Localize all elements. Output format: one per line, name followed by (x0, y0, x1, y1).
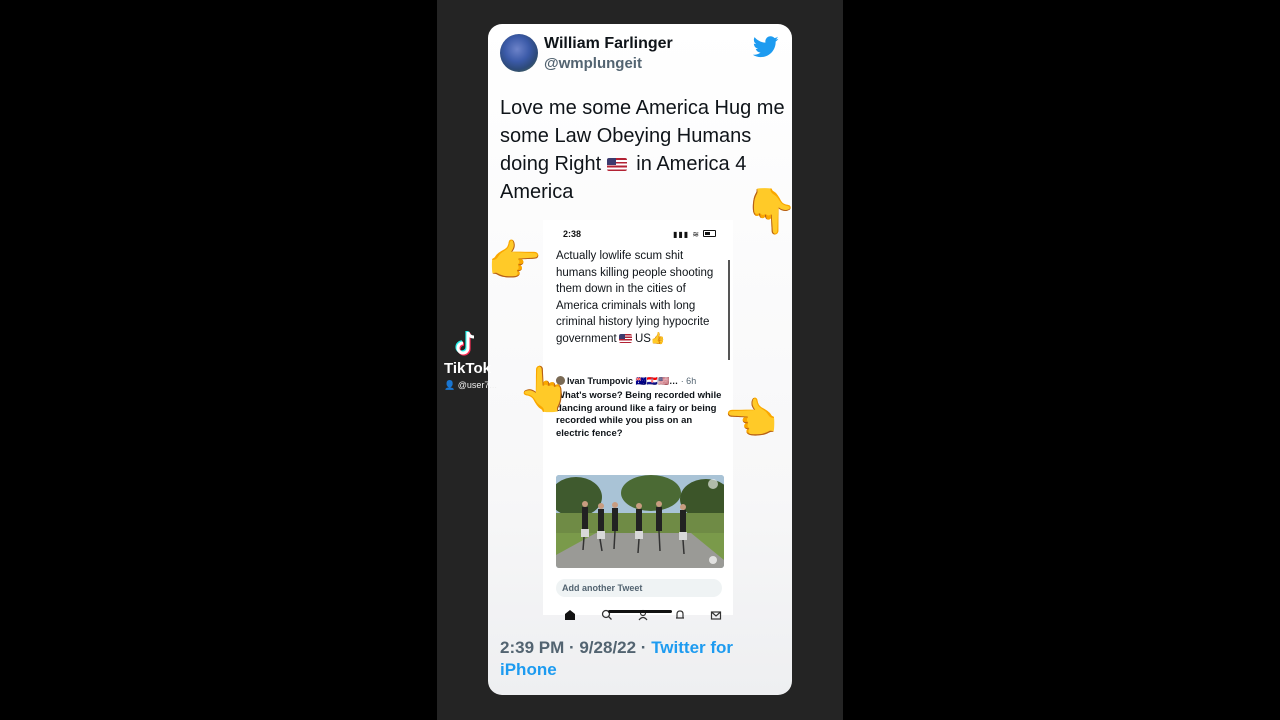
tweet-card: William Farlinger @wmplungeit Love me so… (488, 24, 792, 695)
quote-time: · 6h (680, 376, 697, 386)
pointing-left-hand-icon: 👈 (723, 395, 778, 444)
tiktok-username: 👤 @user7... (444, 380, 497, 391)
quote-header: Ivan Trumpovic 🇦🇺🇭🇷🇺🇸… · 6h (556, 376, 726, 387)
thread-line (728, 260, 730, 360)
quote-photo[interactable] (556, 475, 724, 568)
mail-icon[interactable] (709, 608, 723, 622)
embedded-screenshot[interactable]: 2:38 ▮▮▮ ≋ Actually lowlife scum shit hu… (543, 220, 733, 621)
home-icon[interactable] (563, 608, 577, 622)
quoted-tweet[interactable]: Ivan Trumpovic 🇦🇺🇭🇷🇺🇸… · 6h What's worse… (556, 376, 726, 440)
us-flag-icon (618, 333, 632, 343)
quote-text: What's worse? Being recorded while danci… (556, 390, 722, 439)
tiktok-name: TikTok (444, 360, 491, 377)
tweet-footer: 2:39 PM · 9/28/22 · Twitter for iPhone (500, 637, 785, 681)
flags-icon: 🇦🇺🇭🇷🇺🇸… (635, 376, 679, 386)
video-frame: William Farlinger @wmplungeit Love me so… (437, 0, 843, 720)
add-another-tweet-input[interactable]: Add another Tweet (556, 579, 722, 597)
pointing-right-hand-icon: 👉 (487, 237, 542, 286)
author-name[interactable]: William Farlinger (544, 35, 673, 53)
us-flag-icon (606, 158, 627, 171)
avatar[interactable] (500, 34, 538, 72)
pointing-up-hand-icon: 👆 (517, 365, 572, 414)
user-icon: 👤 (444, 380, 456, 390)
twitter-bird-icon (753, 36, 779, 58)
status-time: 2:38 (563, 229, 582, 239)
reply-end: US (634, 332, 651, 345)
bell-icon[interactable] (673, 608, 687, 622)
tiktok-logo-icon (455, 331, 475, 356)
tiktok-user-text: @user7... (457, 380, 497, 390)
thumbs-up-icon: 👍 (650, 332, 666, 345)
reply-text: Actually lowlife scum shit humans killin… (556, 248, 721, 347)
status-icons: ▮▮▮ ≋ (673, 230, 717, 239)
author-handle[interactable]: @wmplungeit (544, 55, 642, 72)
tweet-timestamp[interactable]: 2:39 PM · 9/28/22 · (500, 638, 651, 657)
pointing-down-hand-icon: 👇 (743, 187, 798, 236)
quote-author: Ivan Trumpovic (567, 376, 634, 386)
reply-body: Actually lowlife scum shit humans killin… (556, 250, 714, 345)
home-indicator (608, 610, 672, 613)
